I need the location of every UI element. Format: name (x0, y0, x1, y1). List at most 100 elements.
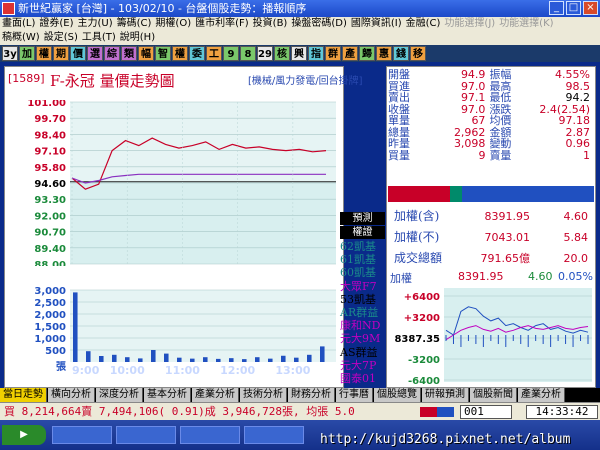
tab-7[interactable]: 行事曆 (336, 388, 373, 402)
task-item-3[interactable] (180, 426, 240, 444)
volume-chart[interactable]: 3,0002,5002,0001,5001,000500 張 9:00 10:00 11… (4, 266, 340, 376)
index-change: 5.84 (563, 231, 589, 244)
price-chart[interactable]: 101.00 99.70 98.40 97.10 95.80 94.60 93.30 92.0… (4, 100, 340, 266)
broker-item[interactable]: 53凱基 (340, 293, 385, 306)
toolbar-button-24[interactable]: 移 (410, 46, 426, 61)
index-summary: 加權(含) 8391.95 4.60 加權(不) 7043.01 5.84 成交總額 791.… (394, 206, 592, 269)
broker-item[interactable]: 國泰01 (340, 372, 385, 385)
index-mini-chart[interactable]: +6400 +3200 8387.35 -3200 -6400 (388, 270, 594, 386)
toolbar-button-21[interactable]: 歸 (359, 46, 375, 61)
broker-items: 62凱基 61凱基 60凱基 大眾F7 53凱基 AR群益 康和ND 元大9M AS群益 元大7P… (340, 240, 385, 398)
toolbar-button-5[interactable]: 選 (87, 46, 103, 61)
chart-title: F-永冠 量價走勢圖 (50, 72, 175, 90)
tab-9[interactable]: 研報預測 (422, 388, 469, 402)
tab-5[interactable]: 技術分析 (240, 388, 287, 402)
toolbar-button-2[interactable]: 權 (36, 46, 52, 61)
menu-item-10[interactable]: 功能選擇(J) (442, 17, 497, 31)
minimize-button[interactable]: _ (549, 1, 564, 15)
toolbar-button-6[interactable]: 綜 (104, 46, 120, 61)
app-window: 新世紀贏家 [台灣] - 103/02/10 - 台盤個股走勢：播報順序 _ □… (0, 0, 600, 450)
toolbar-button-13[interactable]: 9 (223, 46, 239, 61)
toolbar-button-14[interactable]: 8 (240, 46, 256, 61)
index-row: 加權(含) 8391.95 4.60 (394, 206, 592, 227)
tab-1[interactable]: 橫向分析 (48, 388, 95, 402)
start-button[interactable]: ▶ (2, 425, 46, 445)
toolbar-button-16[interactable]: 核 (274, 46, 290, 61)
volume-bar (255, 357, 260, 362)
menu2-item-3[interactable]: 說明(H) (118, 31, 157, 45)
tab-11[interactable]: 產業分析 (518, 388, 565, 402)
toolbar-button-19[interactable]: 群 (325, 46, 341, 61)
volume-bar (294, 357, 299, 362)
app-icon (2, 2, 15, 15)
toolbar-button-18[interactable]: 指 (308, 46, 324, 61)
task-item-1[interactable] (52, 426, 112, 444)
broker-item[interactable]: AS群益 (340, 346, 385, 359)
menu-item-4[interactable]: 期權(O) (153, 17, 193, 31)
forecast-header[interactable]: 預測 (340, 212, 385, 225)
tab-2[interactable]: 深度分析 (96, 388, 143, 402)
broker-item[interactable]: 62凱基 (340, 240, 385, 253)
quote-label: 賣量 (489, 148, 512, 162)
broker-item[interactable]: 61凱基 (340, 253, 385, 266)
quote-label: 變動 (489, 137, 512, 150)
broker-item[interactable]: 康和ND (340, 319, 385, 332)
index-row: 加權(不) 7043.01 5.84 (394, 227, 592, 248)
index-change: 4.60 (563, 210, 589, 223)
menu2-item-1[interactable]: 設定(S) (42, 31, 80, 45)
broker-item[interactable]: 大眾F7 (340, 280, 385, 293)
menu-item-3[interactable]: 籌碼(C) (115, 17, 154, 31)
tab-8[interactable]: 個股總覽 (374, 388, 421, 402)
volume-bar (151, 350, 156, 362)
tab-4[interactable]: 產業分析 (192, 388, 239, 402)
quote-label: 賣出 (388, 91, 410, 104)
quote-value: 1 (583, 148, 590, 162)
task-item-2[interactable] (116, 426, 176, 444)
close-button[interactable]: × (583, 1, 598, 15)
toolbar-button-17[interactable]: 興 (291, 46, 307, 61)
broker-item[interactable]: AR群益 (340, 306, 385, 319)
toolbar-button-15[interactable]: 29 (257, 46, 273, 61)
toolbar-button-4[interactable]: 價 (70, 46, 86, 61)
tab-0[interactable]: 當日走勢 (0, 388, 47, 402)
price-tick-label: 99.70 (34, 114, 66, 125)
menu2-item-2[interactable]: 工具(T) (80, 31, 118, 45)
broker-item[interactable]: 60凱基 (340, 266, 385, 279)
menu-item-9[interactable]: 金融(C) (404, 17, 443, 31)
menu-item-11[interactable]: 功能選擇(K) (497, 17, 555, 31)
volume-bar (164, 353, 169, 362)
menu-item-1[interactable]: 證券(E) (37, 17, 75, 31)
vol-tick-label: 1,000 (34, 334, 66, 345)
tab-3[interactable]: 基本分析 (144, 388, 191, 402)
menu-item-6[interactable]: 投資(B) (251, 17, 290, 31)
toolbar-button-10[interactable]: 權 (172, 46, 188, 61)
menu2-item-0[interactable]: 稿概(W) (0, 31, 42, 45)
toolbar-button-22[interactable]: 惠 (376, 46, 392, 61)
warrant-broker-list: 預測 權證 62凱基 61凱基 60凱基 大眾F7 53凱基 AR群益 康和ND 元大9M AS… (340, 212, 385, 398)
task-item-4[interactable] (244, 426, 304, 444)
toolbar-button-9[interactable]: 智 (155, 46, 171, 61)
toolbar-button-20[interactable]: 產 (342, 46, 358, 61)
menu-item-7[interactable]: 操盤密碼(D) (289, 17, 349, 31)
broker-item[interactable]: 元大7P (340, 359, 385, 372)
menu-item-8[interactable]: 國際資訊(I) (349, 17, 404, 31)
tab-10[interactable]: 個股新聞 (470, 388, 517, 402)
toolbar-button-8[interactable]: 幅 (138, 46, 154, 61)
menu-item-0[interactable]: 畫面(L) (0, 17, 37, 31)
toolbar-button-3[interactable]: 期 (53, 46, 69, 61)
broker-item[interactable]: 元大9M (340, 332, 385, 345)
menu-item-2[interactable]: 主力(U) (76, 17, 115, 31)
toolbar-button-7[interactable]: 類 (121, 46, 137, 61)
toolbar-button-1[interactable]: 加 (19, 46, 35, 61)
tab-6[interactable]: 財務分析 (288, 388, 335, 402)
toolbar-button-11[interactable]: 委 (189, 46, 205, 61)
toolbar-button-12[interactable]: 工 (206, 46, 222, 61)
toolbar-button-0[interactable]: 3y (2, 46, 18, 61)
maximize-button[interactable]: □ (566, 1, 581, 15)
menu-item-5[interactable]: 匯市利率(F) (193, 17, 251, 31)
mini-tick-label: +6400 (404, 292, 440, 303)
warrant-header[interactable]: 權證 (340, 226, 385, 239)
trade-summary: 買 8,214,664賣 7,494,106( 0.91)成 3,946,728… (4, 405, 355, 418)
toolbar-button-23[interactable]: 錢 (393, 46, 409, 61)
page-code-field[interactable]: 001 (460, 405, 512, 419)
